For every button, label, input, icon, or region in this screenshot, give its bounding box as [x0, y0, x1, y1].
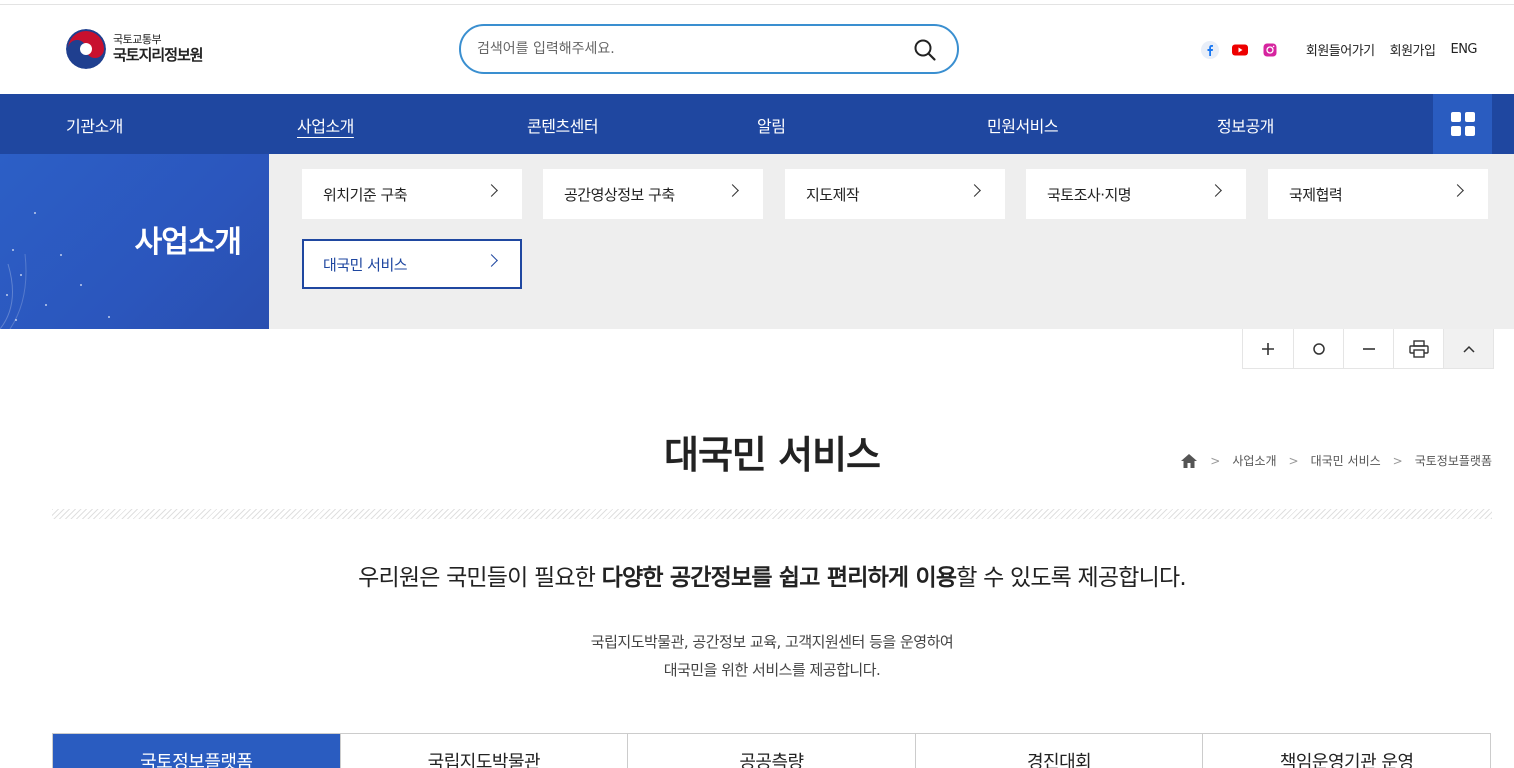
submenu-spatial-imagery[interactable]: 공간영상정보 구축	[543, 169, 763, 219]
submenu-label: 국토조사·지명	[1047, 185, 1132, 204]
logo-agency-text: 국토지리정보원	[113, 45, 204, 64]
breadcrumb-item[interactable]: 대국민 서비스	[1311, 452, 1381, 469]
chevron-right-icon	[726, 184, 739, 197]
gnb-item-civil-service[interactable]: 민원서비스	[987, 113, 1059, 137]
search-icon[interactable]	[913, 38, 937, 62]
lead-text-emphasis: 다양한 공간정보를 쉽고 편리하게 이용	[601, 565, 957, 591]
grid-menu-icon[interactable]	[1433, 94, 1492, 154]
submenu-label: 위치기준 구축	[323, 185, 408, 204]
lead-text: 우리원은 국민들이 필요한 다양한 공간정보를 쉽고 편리하게 이용할 수 있도…	[0, 558, 1514, 592]
main-navigation: 기관소개 사업소개 콘텐츠센터 알림 민원서비스 정보공개	[0, 94, 1514, 154]
submenu-map-making[interactable]: 지도제작	[785, 169, 1005, 219]
search-input[interactable]	[477, 37, 897, 61]
chevron-right-icon	[485, 184, 498, 197]
lead-text-post: 할 수 있도록 제공합니다.	[956, 565, 1186, 591]
breadcrumb-current: 국토정보플랫폼	[1414, 454, 1492, 468]
chevron-right-icon	[968, 184, 981, 197]
sub-visual: 사업소개 위치기준 구축 공간영상정보 구축 지도제작 국토조사·지명 국제협력…	[0, 154, 1514, 329]
taegeuk-logo-icon	[66, 29, 106, 69]
sub-visual-banner: 사업소개	[0, 154, 269, 329]
description: 국립지도박물관, 공간정보 교육, 고객지원센터 등을 운영하여 대국민을 위한…	[0, 628, 1514, 684]
breadcrumb-separator: >	[1392, 453, 1403, 468]
zoom-out-icon[interactable]	[1343, 329, 1393, 368]
signup-link[interactable]: 회원가입	[1390, 40, 1436, 59]
page-tools	[1242, 329, 1494, 369]
login-link[interactable]: 회원들어가기	[1306, 40, 1375, 59]
content-tabs: 국토정보플랫폼 국립지도박물관 공공측량 경진대회 책임운영기관 운영	[52, 733, 1491, 768]
submenu-public-service[interactable]: 대국민 서비스	[302, 239, 522, 289]
submenu-label: 지도제작	[806, 185, 860, 204]
tab-public-survey[interactable]: 공공측량	[627, 734, 915, 768]
chevron-right-icon	[1451, 184, 1464, 197]
chevron-right-icon	[1209, 184, 1222, 197]
description-line: 국립지도박물관, 공간정보 교육, 고객지원센터 등을 운영하여	[590, 633, 954, 651]
logo-ministry-text: 국토교통부	[113, 33, 162, 47]
gnb-item-contents[interactable]: 콘텐츠센터	[527, 113, 599, 137]
chevron-right-icon	[485, 254, 498, 267]
reset-icon[interactable]	[1293, 329, 1343, 368]
header: 국토교통부 국토지리정보원 회원들어가기 회원가입 ENG	[0, 5, 1514, 94]
scroll-top-icon[interactable]	[1443, 329, 1493, 368]
submenu-label: 공간영상정보 구축	[564, 185, 675, 204]
tab-national-platform[interactable]: 국토정보플랫폼	[53, 734, 340, 768]
description-line: 대국민을 위한 서비스를 제공합니다.	[663, 661, 881, 679]
home-icon[interactable]	[1180, 453, 1198, 469]
facebook-icon[interactable]	[1200, 40, 1219, 59]
gnb-item-about[interactable]: 기관소개	[66, 113, 123, 137]
hatch-divider	[52, 509, 1492, 519]
gnb-item-disclosure[interactable]: 정보공개	[1217, 113, 1274, 137]
tab-map-museum[interactable]: 국립지도박물관	[339, 734, 628, 768]
tab-responsible-agency[interactable]: 책임운영기관 운영	[1202, 734, 1490, 768]
gnb-item-business[interactable]: 사업소개	[297, 113, 354, 137]
english-link[interactable]: ENG	[1450, 42, 1477, 57]
utility-menu: 회원들어가기 회원가입 ENG	[1200, 40, 1477, 59]
submenu-international[interactable]: 국제협력	[1268, 169, 1488, 219]
zoom-in-icon[interactable]	[1243, 329, 1293, 368]
print-icon[interactable]	[1393, 329, 1443, 368]
youtube-icon[interactable]	[1231, 41, 1249, 59]
sub-visual-title: 사업소개	[134, 225, 242, 260]
submenu-land-survey[interactable]: 국토조사·지명	[1026, 169, 1246, 219]
breadcrumb-separator: >	[1288, 453, 1299, 468]
breadcrumb-separator: >	[1210, 453, 1221, 468]
submenu-location-reference[interactable]: 위치기준 구축	[302, 169, 522, 219]
breadcrumb: > 사업소개 > 대국민 서비스 > 국토정보플랫폼	[1180, 452, 1492, 469]
instagram-icon[interactable]	[1261, 41, 1279, 59]
gnb-item-notice[interactable]: 알림	[757, 113, 786, 137]
submenu-label: 대국민 서비스	[323, 255, 408, 274]
submenu-label: 국제협력	[1289, 185, 1343, 204]
tab-contest[interactable]: 경진대회	[914, 734, 1203, 768]
site-logo[interactable]: 국토교통부 국토지리정보원	[66, 29, 204, 69]
search-box	[459, 24, 959, 74]
lead-text-pre: 우리원은 국민들이 필요한	[358, 565, 602, 591]
breadcrumb-item[interactable]: 사업소개	[1232, 452, 1276, 469]
